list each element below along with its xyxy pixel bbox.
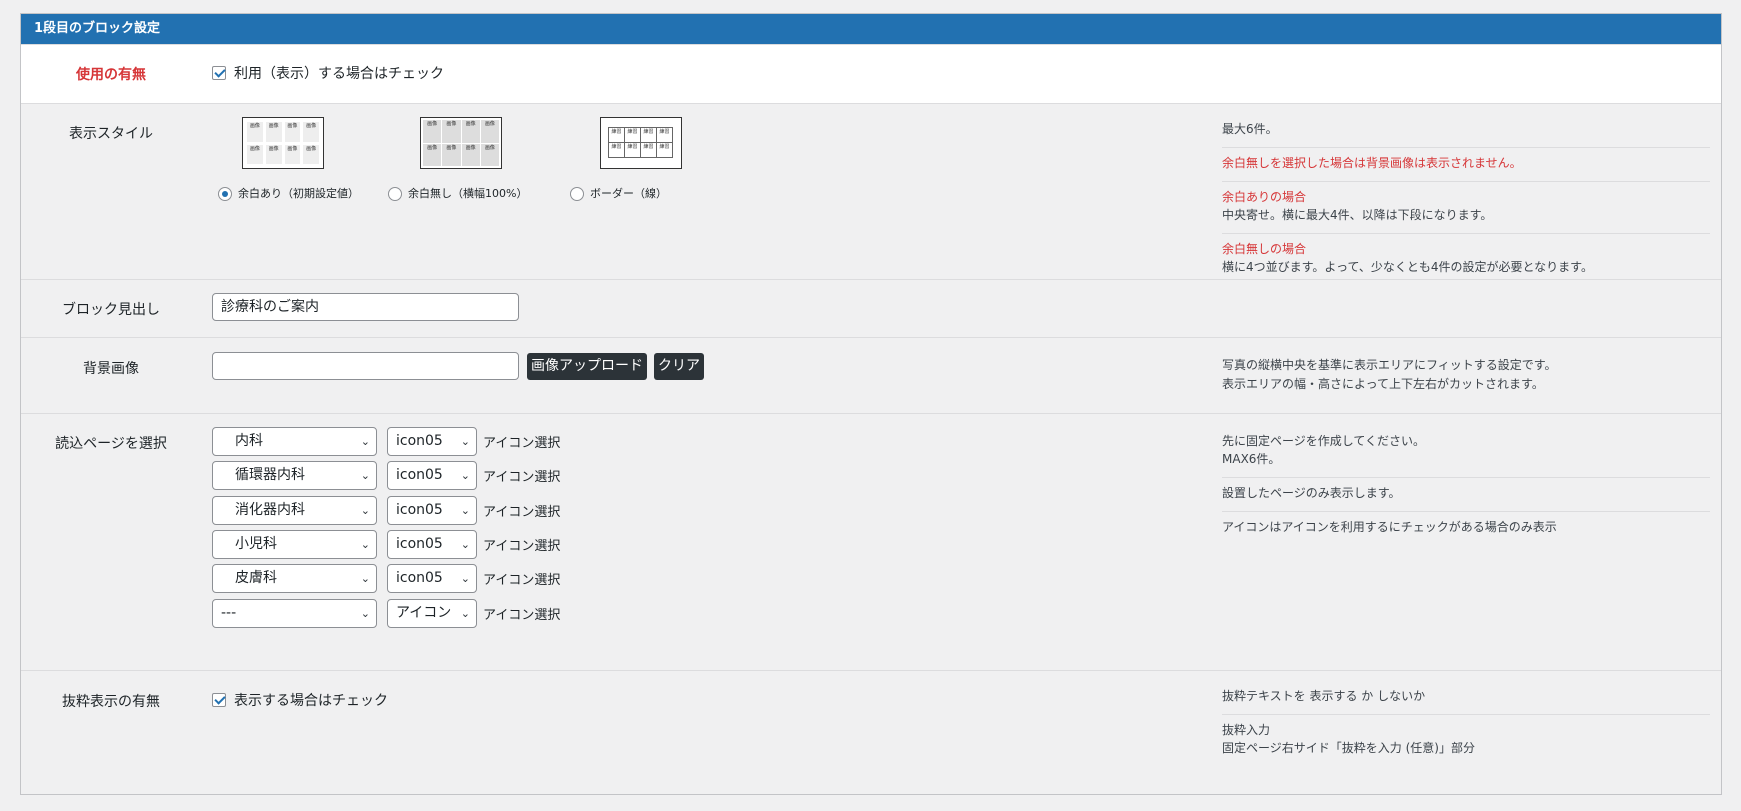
note-no-margin-desc: 横に4つ並びます。よって、少なくとも4件の設定が必要となります。	[1222, 260, 1593, 274]
page-select-value: 消化器内科	[235, 501, 305, 518]
page-select-6[interactable]: --- ⌄	[212, 598, 377, 628]
icon-select-label: アイコン選択	[483, 470, 561, 486]
display-style-notes: 最大6件。 余白無しを選択した場合は背景画像は表示されません。 余白ありの場合中…	[1222, 114, 1710, 285]
excerpt-note-1: 抜粋テキストを 表示する か しないか	[1222, 681, 1710, 715]
page-select-value: ---	[221, 604, 237, 621]
icon-select-value: icon05	[396, 467, 443, 484]
page-select-1[interactable]: 内科 ⌄	[212, 427, 377, 456]
excerpt-checkbox-label: 表示する場合はチェック	[234, 693, 388, 709]
icon-select-label: アイコン選択	[483, 504, 561, 520]
row-background: 背景画像 画像アップロード クリア 写真の縦横中央を基準に表示エリアにフィットす…	[21, 337, 1721, 413]
page-select-5[interactable]: 皮膚科 ⌄	[212, 564, 377, 594]
usage-checkbox-wrap[interactable]: 利用（表示）する場合はチェック	[212, 63, 444, 83]
icon-select-6[interactable]: アイコン ⌄	[387, 598, 477, 628]
background-image-input[interactable]	[212, 352, 519, 380]
page-select-2[interactable]: 循環器内科 ⌄	[212, 461, 377, 491]
row-pages: 読込ページを選択 内科 ⌄ icon05 ⌄ アイコン選択 循環器内科 ⌄ icon05 ⌄ アイ…	[21, 413, 1721, 670]
usage-checkbox-label: 利用（表示）する場合はチェック	[234, 66, 444, 82]
usage-label: 使用の有無	[76, 67, 146, 83]
pages-note-4: アイコンはアイコンを利用するにチェックがある場合のみ表示	[1222, 520, 1557, 534]
row-block-heading: ブロック見出し 診療科のご案内	[21, 279, 1721, 337]
excerpt-note-2-desc: 固定ページ右サイド「抜粋を入力 (任意)」部分	[1222, 741, 1475, 755]
page-select-value: 内科	[235, 433, 263, 449]
background-note-2: 表示エリアの幅・高さによって上下左右がカットされます。	[1222, 377, 1544, 391]
chevron-down-icon: ⌄	[458, 462, 470, 490]
icon-select-label: アイコン選択	[483, 538, 561, 554]
chevron-down-icon: ⌄	[458, 565, 470, 593]
chevron-down-icon: ⌄	[360, 537, 370, 551]
block-heading-input[interactable]: 診療科のご案内	[212, 293, 519, 321]
icon-select-3[interactable]: icon05 ⌄	[387, 495, 477, 525]
chevron-down-icon: ⌄	[360, 606, 370, 620]
block-heading-label: ブロック見出し	[62, 302, 160, 318]
pages-note-3: 設置したページのみ表示します。	[1222, 478, 1710, 512]
excerpt-label: 抜粋表示の有無	[62, 694, 160, 710]
radio-no-margin[interactable]	[388, 187, 402, 201]
chevron-down-icon: ⌄	[458, 599, 470, 627]
image-upload-button[interactable]: 画像アップロード	[527, 353, 647, 380]
pages-label: 読込ページを選択	[55, 436, 167, 452]
icon-select-value: アイコン	[396, 604, 452, 621]
icon-select-label: アイコン選択	[483, 607, 561, 623]
panel-title: 1段目のブロック設定	[21, 14, 1721, 44]
clear-button[interactable]: クリア	[654, 353, 704, 380]
radio-with-margin-label: 余白あり（初期設定値）	[238, 187, 359, 200]
row-display-style: 表示スタイル 画像 画像 画像 画像 画像 画像 画像 画像 余白あり（初期設定値） 画像画…	[21, 103, 1721, 279]
background-note-1: 写真の縦横中央を基準に表示エリアにフィットする設定です。	[1222, 358, 1557, 372]
page-select-value: 小児科	[235, 535, 277, 552]
thumb-border: 練習 練習 練習 練習 練習 練習 練習 練習	[600, 117, 682, 169]
row-usage: 使用の有無 利用（表示）する場合はチェック	[21, 44, 1721, 103]
thumb-with-margin: 画像 画像 画像 画像 画像 画像 画像 画像	[242, 117, 324, 169]
radio-with-margin[interactable]	[218, 187, 232, 201]
thumb-no-margin: 画像 画像 画像 画像 画像 画像 画像 画像	[420, 117, 502, 169]
background-notes: 写真の縦横中央を基準に表示エリアにフィットする設定です。 表示エリアの幅・高さに…	[1222, 356, 1710, 394]
chevron-down-icon: ⌄	[360, 572, 370, 586]
radio-no-margin-label: 余白無し（横幅100%）	[408, 187, 528, 200]
icon-select-label: アイコン選択	[483, 573, 561, 589]
pages-notes: 先に固定ページを作成してください。 MAX6件。 設置したページのみ表示します。 …	[1222, 426, 1710, 545]
note-max: 最大6件。	[1222, 114, 1710, 148]
chevron-down-icon: ⌄	[360, 503, 370, 517]
chevron-down-icon: ⌄	[458, 496, 470, 524]
pages-note-2: MAX6件。	[1222, 452, 1281, 466]
excerpt-notes: 抜粋テキストを 表示する か しないか 抜粋入力固定ページ右サイド「抜粋を入力 …	[1222, 681, 1710, 766]
radio-border[interactable]	[570, 187, 584, 201]
chevron-down-icon: ⌄	[360, 435, 370, 448]
style-option-no-margin[interactable]: 画像 画像 画像 画像 画像 画像 画像 画像 余白無し（横幅100%）	[388, 117, 550, 201]
background-label: 背景画像	[83, 361, 139, 377]
style-option-border[interactable]: 練習 練習 練習 練習 練習 練習 練習 練習 ボーダー（線）	[570, 117, 730, 201]
row-excerpt: 抜粋表示の有無 表示する場合はチェック 抜粋テキストを 表示する か しないか …	[21, 670, 1721, 770]
usage-checkbox[interactable]	[212, 66, 226, 80]
page-select-4[interactable]: 小児科 ⌄	[212, 529, 377, 559]
note-warning: 余白無しを選択した場合は背景画像は表示されません。	[1222, 156, 1522, 170]
chevron-down-icon: ⌄	[360, 469, 370, 483]
chevron-down-icon: ⌄	[458, 428, 470, 455]
note-no-margin-title: 余白無しの場合	[1222, 242, 1307, 256]
excerpt-note-2-title: 抜粋入力	[1222, 723, 1271, 737]
icon-select-label: アイコン選択	[483, 436, 561, 451]
icon-select-2[interactable]: icon05 ⌄	[387, 461, 477, 491]
style-option-with-margin[interactable]: 画像 画像 画像 画像 画像 画像 画像 画像 余白あり（初期設定値）	[212, 117, 372, 201]
icon-select-5[interactable]: icon05 ⌄	[387, 564, 477, 594]
page-select-value: 皮膚科	[235, 570, 277, 587]
block-settings-panel: 1段目のブロック設定 使用の有無 利用（表示）する場合はチェック 表示スタイル …	[20, 13, 1722, 795]
icon-select-value: icon05	[396, 570, 443, 587]
page-select-value: 循環器内科	[235, 467, 305, 484]
excerpt-checkbox[interactable]	[212, 693, 226, 707]
note-with-margin-title: 余白ありの場合	[1222, 190, 1307, 204]
icon-select-value: icon05	[396, 535, 443, 552]
icon-select-4[interactable]: icon05 ⌄	[387, 529, 477, 559]
page-select-3[interactable]: 消化器内科 ⌄	[212, 495, 377, 525]
icon-select-value: icon05	[396, 433, 443, 449]
icon-select-value: icon05	[396, 501, 443, 518]
pages-note-1: 先に固定ページを作成してください。	[1222, 434, 1426, 448]
note-with-margin-desc: 中央寄せ。横に最大4件、以降は下段になります。	[1222, 208, 1493, 222]
display-style-label: 表示スタイル	[69, 126, 153, 142]
chevron-down-icon: ⌄	[458, 530, 470, 558]
radio-border-label: ボーダー（線）	[590, 187, 667, 200]
excerpt-checkbox-wrap[interactable]: 表示する場合はチェック	[212, 690, 388, 710]
icon-select-1[interactable]: icon05 ⌄	[387, 427, 477, 456]
